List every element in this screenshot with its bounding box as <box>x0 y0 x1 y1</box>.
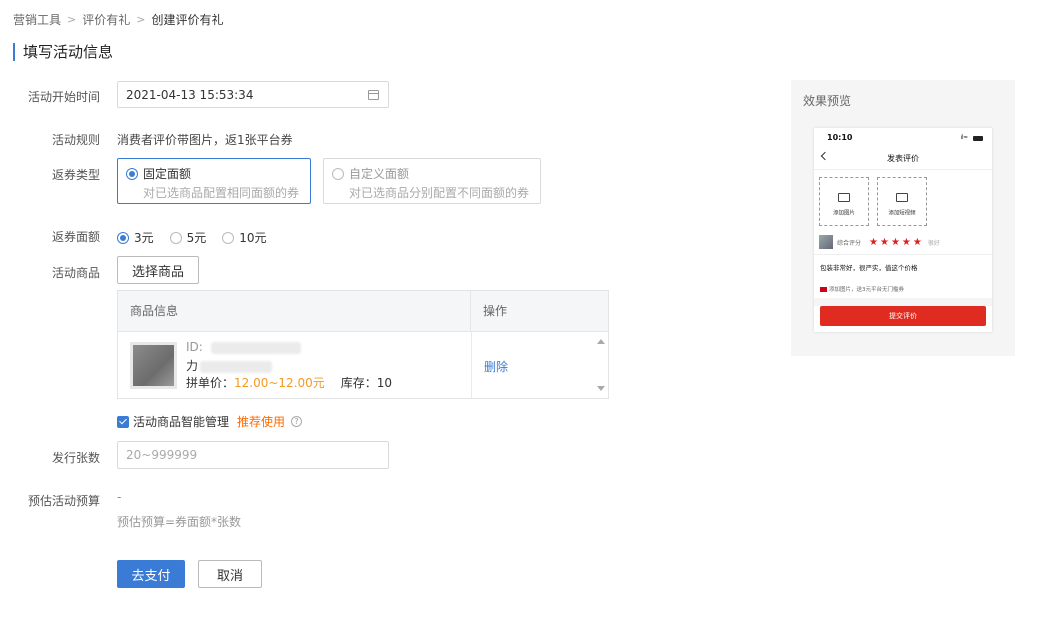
camera-icon <box>838 193 850 202</box>
rating-row: 综合评分 ★★★★★ 很好 <box>819 234 987 250</box>
signal-icon: ıl ≈ <box>960 134 968 141</box>
coupon-value-group: 3元 5元 10元 <box>117 229 283 246</box>
radio-selected-icon[interactable] <box>117 231 129 244</box>
add-photo-label: 添加图片 <box>833 210 855 217</box>
review-text: 包装非常好，很严实，值这个价格 <box>820 264 918 272</box>
radio-selected-icon[interactable] <box>126 167 138 180</box>
coupon-icon <box>820 286 827 292</box>
pay-button[interactable]: 去支付 <box>117 560 185 588</box>
chevron-right-icon: > <box>67 13 77 26</box>
battery-icon <box>973 136 983 141</box>
coupon-value-label: 返券面额 <box>51 230 100 244</box>
chevron-right-icon: > <box>136 13 146 26</box>
submit-review-button: 提交评价 <box>820 306 986 326</box>
divider <box>814 298 992 306</box>
coupon-note: 添加图片，送3元平台无门槛券 <box>820 285 904 293</box>
question-circle-icon[interactable]: ? <box>291 416 303 427</box>
add-video-box: 添加短视频 <box>877 177 927 226</box>
coupon-value-option-5[interactable]: 5元 <box>169 229 206 246</box>
breadcrumb-item-marketing-tools[interactable]: 营销工具 <box>13 11 61 28</box>
product-name-prefix: 力 <box>186 359 199 373</box>
star-icons: ★★★★★ <box>869 236 924 248</box>
quantity-input[interactable]: 20~999999 <box>117 441 389 469</box>
cancel-button[interactable]: 取消 <box>198 560 262 588</box>
product-avatar <box>819 235 833 249</box>
start-time-picker[interactable]: 2021-04-13 15:53:34 <box>117 81 389 108</box>
breadcrumb-item-current: 创建评价有礼 <box>151 13 224 27</box>
checkbox-checked-icon[interactable] <box>117 415 129 428</box>
coupon-value-option-10[interactable]: 10元 <box>222 229 267 246</box>
preview-title: 效果预览 <box>803 94 852 108</box>
recommend-tag: 推荐使用 <box>237 415 286 429</box>
rule-value: 消费者评价带图片，返1张平台券 <box>117 133 293 147</box>
price-label: 拼单价： <box>186 376 235 390</box>
add-photo-box: 添加图片 <box>819 177 869 226</box>
radio-unselected-icon[interactable] <box>222 231 235 244</box>
start-time-value: 2021-04-13 15:53:34 <box>126 87 254 102</box>
phone-nav-title: 发表评价 <box>887 154 919 163</box>
budget-hint: 预估预算=券面额*张数 <box>117 515 242 529</box>
rating-label: 综合评分 <box>837 239 862 247</box>
column-header-action: 操作 <box>483 304 508 318</box>
product-id-label: ID: <box>186 340 203 354</box>
coupon-type-fixed-card[interactable]: 固定面额 对已选商品配置相同面额的券 <box>117 158 311 204</box>
calendar-icon[interactable] <box>368 90 379 100</box>
quantity-label: 发行张数 <box>51 451 100 465</box>
breadcrumb: 营销工具 > 评价有礼 > 创建评价有礼 <box>13 11 223 28</box>
coupon-type-custom-desc: 对已选商品分别配置不同面额的券 <box>349 186 530 200</box>
scroll-down-icon[interactable] <box>597 386 605 391</box>
product-thumbnail <box>130 342 177 389</box>
preview-panel: 效果预览 10:10 ıl ≈ 发表评价 添加图片 添加短视频 综合评分 ★★★… <box>791 80 1015 356</box>
start-time-label: 活动开始时间 <box>27 90 100 104</box>
products-table: 商品信息 操作 ID: 力 拼单价：12.00~12.00元 库存：10 删除 <box>117 290 609 399</box>
table-header: 商品信息 操作 <box>118 291 608 332</box>
radio-unselected-icon[interactable] <box>332 167 344 180</box>
redacted-id <box>210 341 301 354</box>
video-icon <box>896 193 908 202</box>
column-header-product-info: 商品信息 <box>118 291 471 331</box>
coupon-type-custom-card[interactable]: 自定义面额 对已选商品分别配置不同面额的券 <box>323 158 541 204</box>
rating-text: 很好 <box>927 239 940 247</box>
coupon-type-custom-title: 自定义面额 <box>349 167 410 181</box>
budget-value: - <box>117 490 122 504</box>
coupon-note-text: 添加图片，送3元平台无门槛券 <box>829 287 905 293</box>
smart-manage-label[interactable]: 活动商品智能管理 <box>133 413 229 430</box>
coupon-type-label: 返券类型 <box>51 168 100 182</box>
product-info: ID: 力 拼单价：12.00~12.00元 库存：10 <box>186 340 392 391</box>
section-title: 填写活动信息 <box>13 43 113 61</box>
stock-value: 库存：10 <box>340 376 393 390</box>
redacted-name <box>200 360 273 373</box>
scroll-up-icon[interactable] <box>597 339 605 344</box>
coupon-value-option-3[interactable]: 3元 <box>117 229 154 246</box>
phone-mockup: 10:10 ıl ≈ 发表评价 添加图片 添加短视频 综合评分 ★★★★★ 很好… <box>814 128 992 332</box>
phone-time: 10:10 <box>827 133 853 142</box>
smart-manage-row: 活动商品智能管理 推荐使用 ? <box>117 413 303 430</box>
column-divider <box>471 332 472 398</box>
add-video-label: 添加短视频 <box>888 210 916 217</box>
scrollbar[interactable] <box>596 332 606 398</box>
products-label: 活动商品 <box>51 266 100 280</box>
delete-link[interactable]: 删除 <box>484 358 508 375</box>
table-row: ID: 力 拼单价：12.00~12.00元 库存：10 删除 <box>118 332 608 398</box>
select-products-button[interactable]: 选择商品 <box>117 256 199 284</box>
breadcrumb-item-review-gift[interactable]: 评价有礼 <box>82 11 130 28</box>
divider <box>814 254 992 255</box>
coupon-type-fixed-title: 固定面额 <box>143 167 192 181</box>
rule-label: 活动规则 <box>51 133 100 147</box>
price-value: 12.00~12.00元 <box>234 376 325 390</box>
budget-label: 预估活动预算 <box>27 494 100 508</box>
coupon-type-fixed-desc: 对已选商品配置相同面额的券 <box>143 186 300 200</box>
phone-navbar: 发表评价 <box>814 146 992 170</box>
radio-unselected-icon[interactable] <box>169 231 182 244</box>
quantity-placeholder: 20~999999 <box>126 448 198 462</box>
